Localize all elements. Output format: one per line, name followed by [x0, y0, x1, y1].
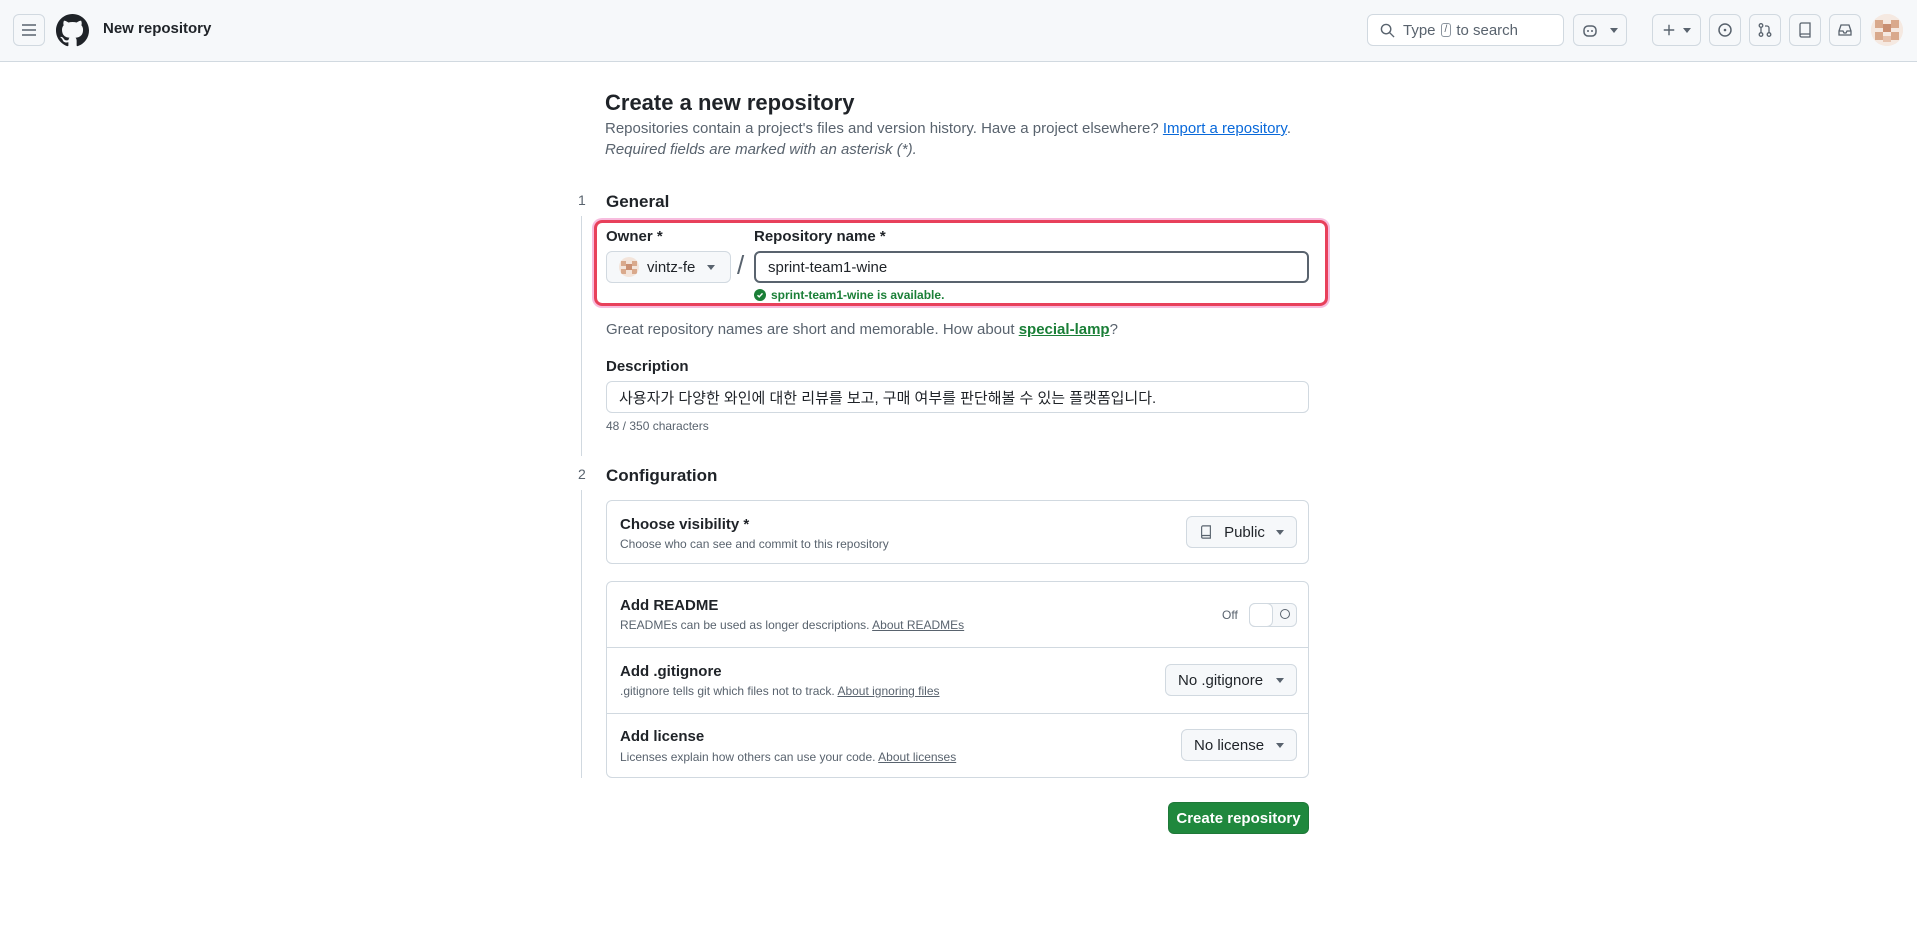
readme-desc-text: READMEs can be used as longer descriptio… — [620, 618, 870, 632]
import-repository-link[interactable]: Import a repository — [1163, 120, 1287, 137]
repo-icon — [1799, 22, 1811, 38]
readme-desc: READMEs can be used as longer descriptio… — [620, 618, 964, 632]
search-key: / — [1440, 23, 1452, 37]
license-desc: Licenses explain how others can use your… — [620, 750, 956, 764]
visibility-select[interactable]: Public — [1186, 516, 1297, 548]
search-icon — [1380, 23, 1395, 38]
step-line — [581, 490, 582, 778]
about-readmes-link[interactable]: About READMEs — [872, 618, 964, 632]
gitignore-row: Add .gitignore .gitignore tells git whic… — [607, 647, 1308, 713]
step-line — [581, 216, 582, 456]
license-value: No license — [1194, 736, 1265, 754]
repositories-button[interactable] — [1789, 14, 1821, 46]
gitignore-select[interactable]: No .gitignore — [1165, 664, 1297, 696]
availability-message: sprint-team1-wine is available. — [754, 288, 944, 302]
name-suggestion: Great repository names are short and mem… — [606, 321, 1118, 338]
license-row: Add license Licenses explain how others … — [607, 713, 1308, 777]
subtitle-text: Repositories contain a project's files a… — [605, 120, 1159, 137]
hamburger-icon — [22, 24, 36, 36]
menu-button[interactable] — [13, 14, 45, 46]
subtitle-end: . — [1286, 120, 1291, 137]
pull-requests-button[interactable] — [1749, 14, 1781, 46]
inbox-button[interactable] — [1829, 14, 1861, 46]
context-title[interactable]: New repository — [103, 20, 211, 37]
create-new-button[interactable] — [1652, 14, 1701, 46]
owner-value: vintz-fe — [647, 258, 696, 276]
check-circle-icon — [754, 289, 766, 301]
readme-toggle-state: Off — [1222, 608, 1238, 622]
chevron-down-icon — [1275, 529, 1284, 535]
toggle-off-icon — [1280, 609, 1290, 619]
visibility-desc: Choose who can see and commit to this re… — [620, 537, 889, 551]
owner-repo-separator: / — [737, 250, 745, 280]
gitignore-value: No .gitignore — [1178, 671, 1264, 689]
github-logo-icon[interactable] — [56, 14, 89, 47]
create-repository-button[interactable]: Create repository — [1168, 802, 1309, 834]
toggle-knob — [1249, 603, 1273, 627]
issue-icon — [1718, 23, 1732, 37]
license-desc-text: Licenses explain how others can use your… — [620, 750, 876, 764]
search-prefix: Type — [1403, 21, 1436, 39]
about-licenses-link[interactable]: About licenses — [878, 750, 956, 764]
suggestion-prefix: Great repository names are short and mem… — [606, 321, 1015, 338]
page-subtitle: Repositories contain a project's files a… — [605, 120, 1291, 137]
search-suffix: to search — [1456, 21, 1519, 39]
repo-icon — [1201, 525, 1211, 539]
issues-button[interactable] — [1709, 14, 1741, 46]
owner-avatar — [619, 257, 639, 277]
search-input[interactable]: Type / to search — [1367, 14, 1564, 46]
repository-name-input[interactable] — [754, 251, 1309, 283]
page-title: Create a new repository — [605, 90, 855, 115]
gitignore-desc: .gitignore tells git which files not to … — [620, 684, 940, 698]
suggestion-suffix: ? — [1109, 321, 1118, 338]
visibility-card: Choose visibility * Choose who can see a… — [606, 500, 1309, 564]
owner-select[interactable]: vintz-fe — [606, 251, 731, 283]
license-title: Add license — [620, 728, 705, 745]
readme-toggle[interactable] — [1249, 603, 1297, 627]
pull-request-icon — [1758, 23, 1772, 37]
readme-title: Add README — [620, 597, 719, 614]
repository-name-label: Repository name * — [754, 228, 886, 245]
repo-options-card: Add README READMEs can be used as longer… — [606, 581, 1309, 778]
availability-text: sprint-team1-wine is available. — [771, 288, 945, 302]
visibility-title: Choose visibility * — [620, 516, 750, 533]
chevron-down-icon — [1683, 27, 1691, 33]
visibility-value: Public — [1224, 523, 1265, 541]
copilot-icon — [1583, 25, 1597, 37]
description-input[interactable] — [606, 381, 1309, 413]
global-header: New repository Type / to search — [0, 0, 1917, 62]
section-title-configuration: Configuration — [606, 466, 718, 485]
character-count: 48 / 350 characters — [606, 419, 709, 433]
chevron-down-icon — [1276, 677, 1284, 683]
gitignore-title: Add .gitignore — [620, 663, 722, 680]
step-number-general: 1 — [578, 192, 586, 208]
user-avatar[interactable] — [1871, 14, 1903, 46]
step-number-configuration: 2 — [578, 466, 586, 482]
chevron-down-icon — [1610, 27, 1618, 33]
suggested-name-link[interactable]: special-lamp — [1019, 321, 1110, 338]
chevron-down-icon — [707, 264, 716, 270]
avatar-image — [1871, 14, 1903, 46]
chevron-down-icon — [1276, 742, 1284, 748]
copilot-button[interactable] — [1573, 14, 1627, 46]
readme-row: Add README READMEs can be used as longer… — [607, 582, 1308, 647]
plus-icon — [1663, 24, 1675, 36]
license-select[interactable]: No license — [1181, 729, 1297, 761]
required-fields-note: Required fields are marked with an aster… — [605, 141, 917, 158]
owner-label: Owner * — [606, 228, 663, 245]
about-ignoring-files-link[interactable]: About ignoring files — [837, 684, 939, 698]
gitignore-desc-text: .gitignore tells git which files not to … — [620, 684, 835, 698]
section-title-general: General — [606, 192, 670, 211]
inbox-icon — [1838, 24, 1852, 36]
description-label: Description — [606, 358, 689, 375]
